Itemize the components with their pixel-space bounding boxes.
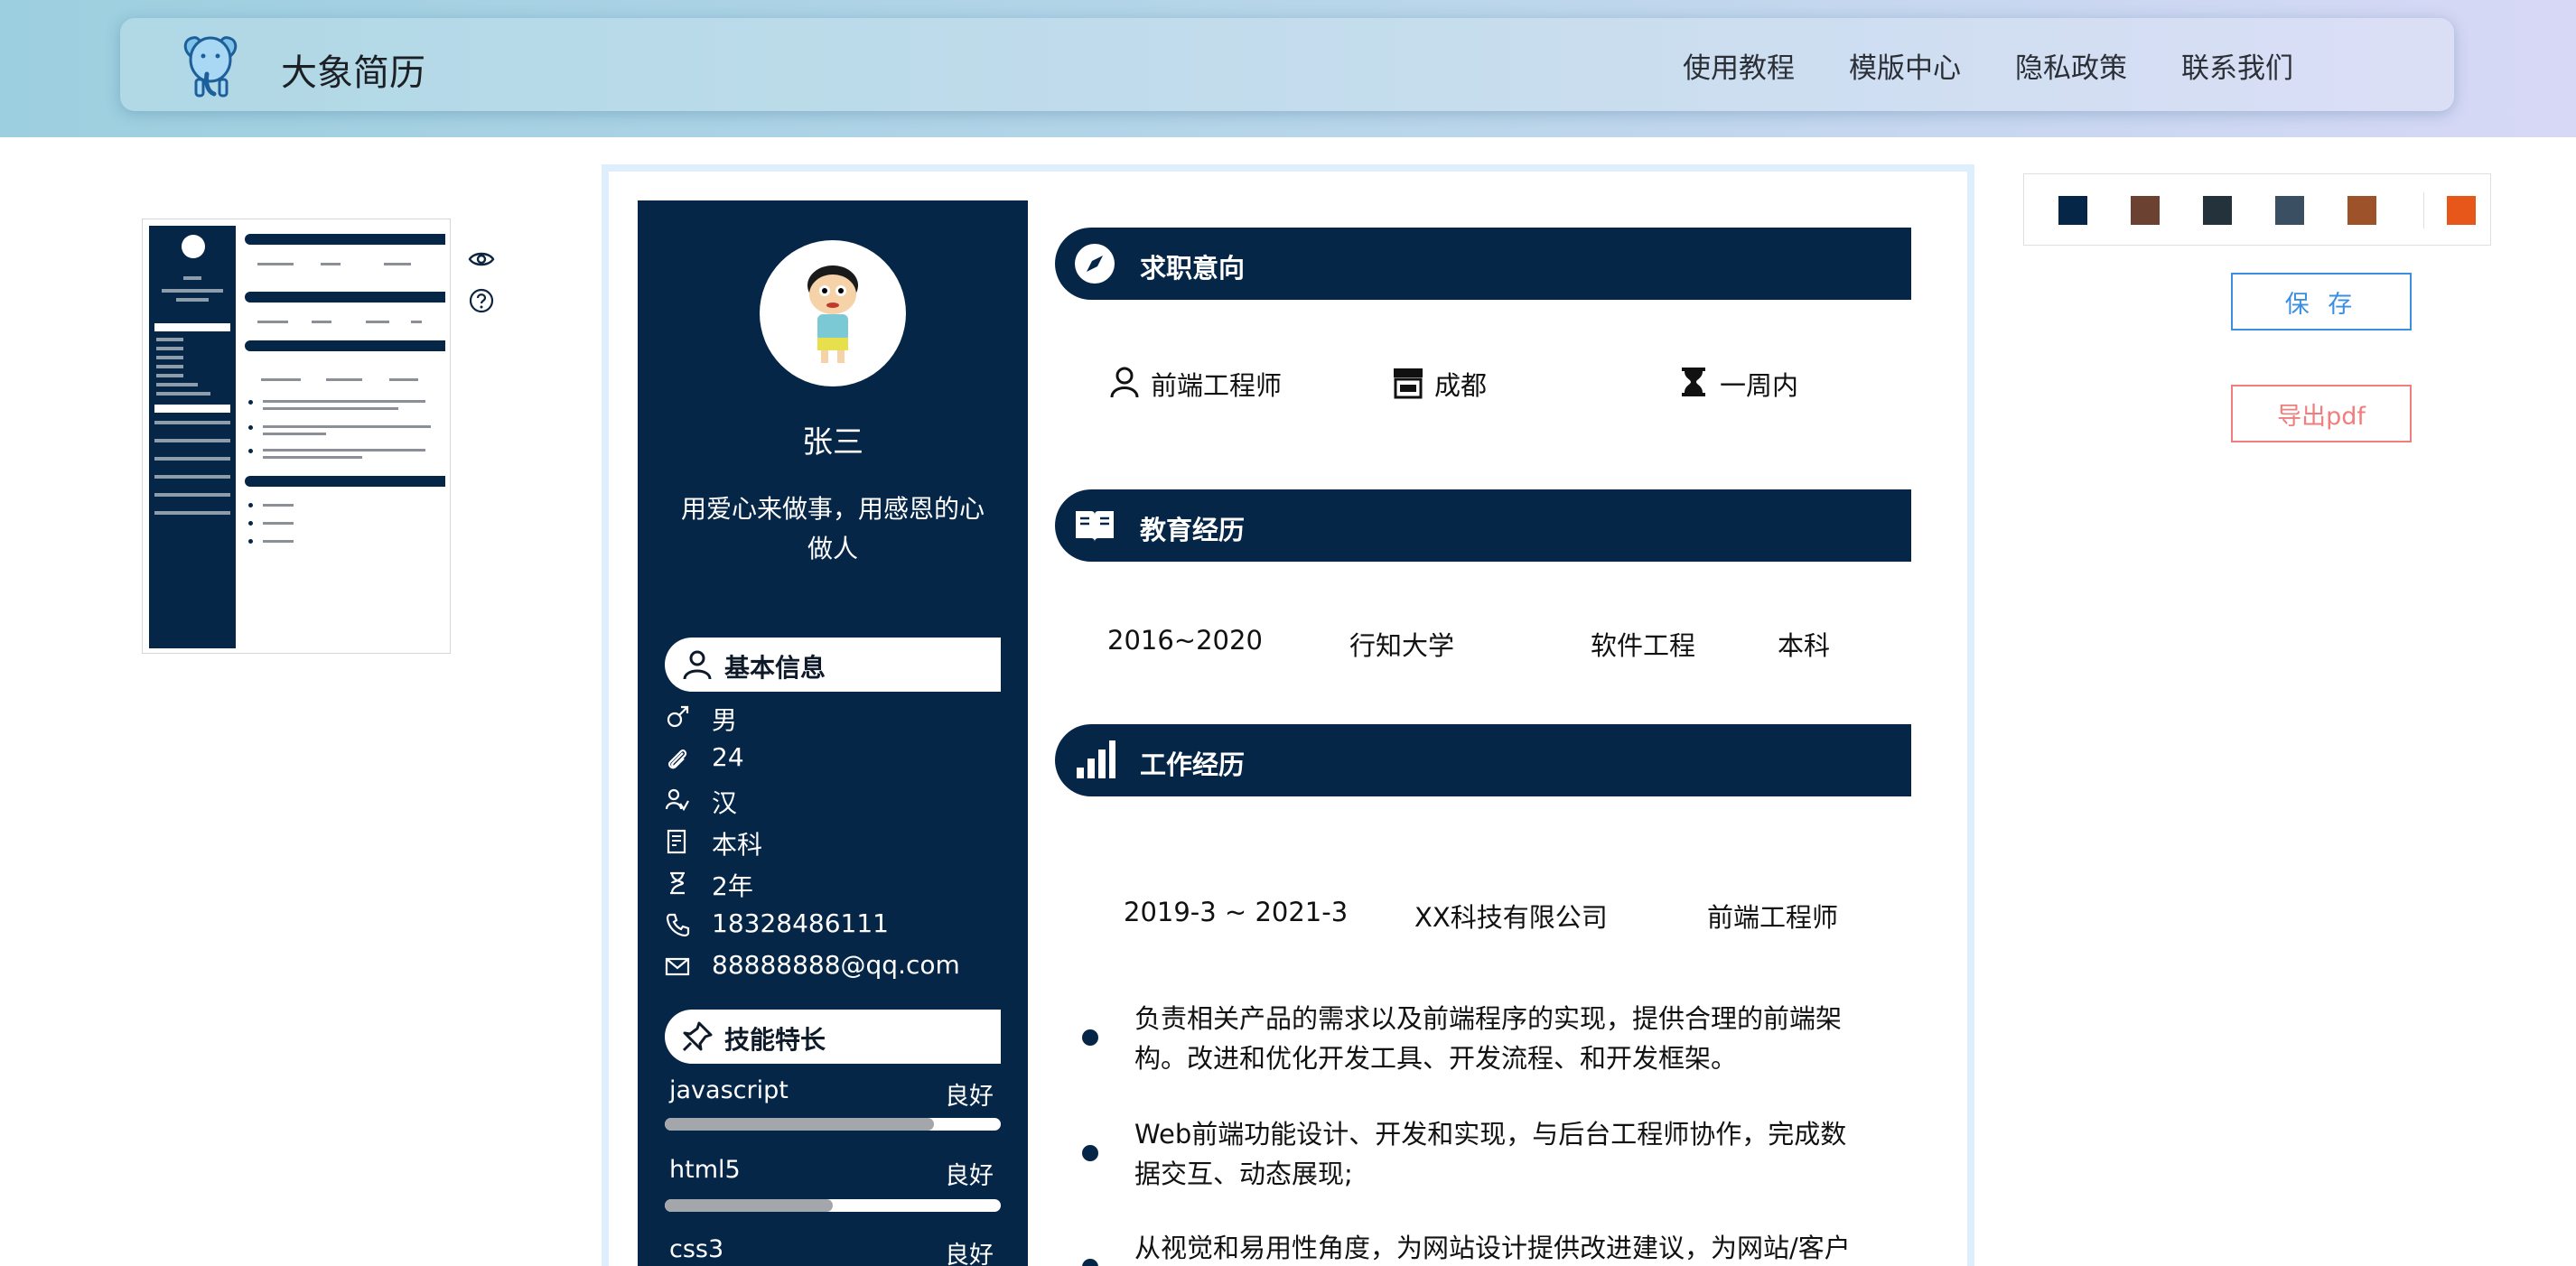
export-pdf-button[interactable]: 导出pdf [2231,385,2412,442]
store-icon [1394,368,1423,399]
skill-name: css3 [669,1235,724,1263]
skills-title: 技能特长 [724,1025,826,1055]
info-gender[interactable]: 男 [665,699,1008,735]
work-title: 工作经历 [1140,749,1246,780]
skill-progress-fill [665,1118,934,1131]
edu-major[interactable]: 软件工程 [1591,625,1695,663]
email-value: 88888888@qq.com [712,950,960,980]
skills-header: 技能特长 [665,1010,1001,1064]
skill-progress [665,1118,1001,1131]
education-value: 本科 [712,830,763,860]
edu-degree[interactable]: 本科 [1778,625,1830,663]
nav-item-contact[interactable]: 联系我们 [2181,45,2293,86]
education-section-header: 教育经历 [1055,489,1911,562]
edu-school[interactable]: 行知大学 [1349,625,1454,663]
help-icon[interactable] [468,287,495,314]
top-header: 大象简历 使用教程 模版中心 隐私政策 联系我们 [0,0,2576,137]
nav-item-templates[interactable]: 模版中心 [1849,45,1961,86]
work-period[interactable]: 2019-3 ~ 2021-3 [1124,897,1348,927]
basic-info-title: 基本信息 [724,653,826,683]
info-experience[interactable]: 2年 [665,865,1008,901]
skill-level: 良好 [945,1162,994,1190]
thumbnail-avatar [182,235,205,258]
intent-title: 求职意向 [1140,253,1246,284]
skill-progress [665,1199,1001,1212]
basic-info-header: 基本信息 [665,638,1001,692]
color-palette [2023,173,2491,246]
city-value: 成都 [1434,370,1488,401]
motto[interactable]: 用爱心来做事，用感恩的心做人 [679,489,986,569]
color-swatch[interactable] [2131,196,2160,225]
edu-period[interactable]: 2016~2020 [1107,625,1263,656]
info-education[interactable]: 本科 [665,824,1008,860]
info-age[interactable]: 24 [665,740,1008,777]
people-icon [665,788,689,812]
book-icon [1076,511,1114,542]
user-icon [683,650,712,680]
ethnicity-value: 汉 [712,788,738,818]
gender-value: 男 [712,705,738,735]
eye-icon[interactable] [468,246,495,273]
nav-bar: 大象简历 使用教程 模版中心 隐私政策 联系我们 [120,18,2454,111]
bullet-icon [1082,1145,1098,1161]
person-name[interactable]: 张三 [638,417,1028,461]
hourglass-icon [1682,368,1705,396]
color-swatch[interactable] [2275,196,2304,225]
color-swatch[interactable] [2447,196,2476,225]
mail-icon [665,957,690,976]
elephant-logo-icon[interactable] [174,29,247,101]
save-button[interactable]: 保 存 [2231,273,2412,330]
duty-text: 负责相关产品的需求以及前端程序的实现，提供合理的前端架构。改进和优化开发工具、开… [1134,1003,1843,1074]
duty-text: Web前端功能设计、开发和实现，与后台工程师协作，完成数据交互、动态展现; [1134,1119,1847,1189]
user-icon [1110,367,1139,398]
skill-name: javascript [669,1076,789,1104]
avatar[interactable] [760,240,906,386]
experience-value: 2年 [712,871,753,901]
thumbnail-sidebar [149,226,236,648]
palette-divider [2423,192,2424,228]
skill-progress-fill [665,1199,833,1212]
work-role[interactable]: 前端工程师 [1707,897,1838,935]
education-title: 教育经历 [1140,515,1246,545]
compass-icon [1075,244,1115,284]
pin-icon [682,1021,713,1052]
duty-text: 从视觉和易用性角度，为网站设计提供改进建议，为网站/客户 [1134,1233,1851,1263]
brand-name[interactable]: 大象简历 [281,43,425,96]
cartoon-avatar-icon [807,265,858,363]
color-swatch[interactable] [2058,196,2087,225]
color-swatch[interactable] [2347,196,2376,225]
info-ethnicity[interactable]: 汉 [665,782,1008,818]
info-phone[interactable]: 18328486111 [665,907,1008,943]
work-section-header: 工作经历 [1055,724,1911,796]
info-email[interactable]: 88888888@qq.com [665,948,1008,984]
resume-thumbnail[interactable] [142,219,451,654]
skill-level: 良好 [945,1242,994,1266]
nav-item-privacy[interactable]: 隐私政策 [2015,45,2127,86]
skill-level: 良好 [945,1083,994,1111]
availability-value: 一周内 [1720,370,1799,401]
nav-item-tutorial[interactable]: 使用教程 [1683,45,1795,86]
work-company[interactable]: XX科技有限公司 [1414,897,1608,935]
color-swatch[interactable] [2203,196,2232,225]
skill-name: html5 [669,1156,741,1184]
phone-value: 18328486111 [712,908,889,938]
age-value: 24 [712,742,744,772]
nav-links: 使用教程 模版中心 隐私政策 联系我们 [1683,45,2293,86]
paperclip-icon [668,749,687,769]
position-value: 前端工程师 [1151,370,1283,401]
phone-icon [666,913,690,937]
bullet-icon [1082,1029,1098,1046]
male-icon [667,705,689,728]
hourglass-icon [670,871,685,895]
intent-section-header: 求职意向 [1055,228,1911,300]
document-icon [667,829,686,854]
bar-chart-icon [1077,740,1115,778]
